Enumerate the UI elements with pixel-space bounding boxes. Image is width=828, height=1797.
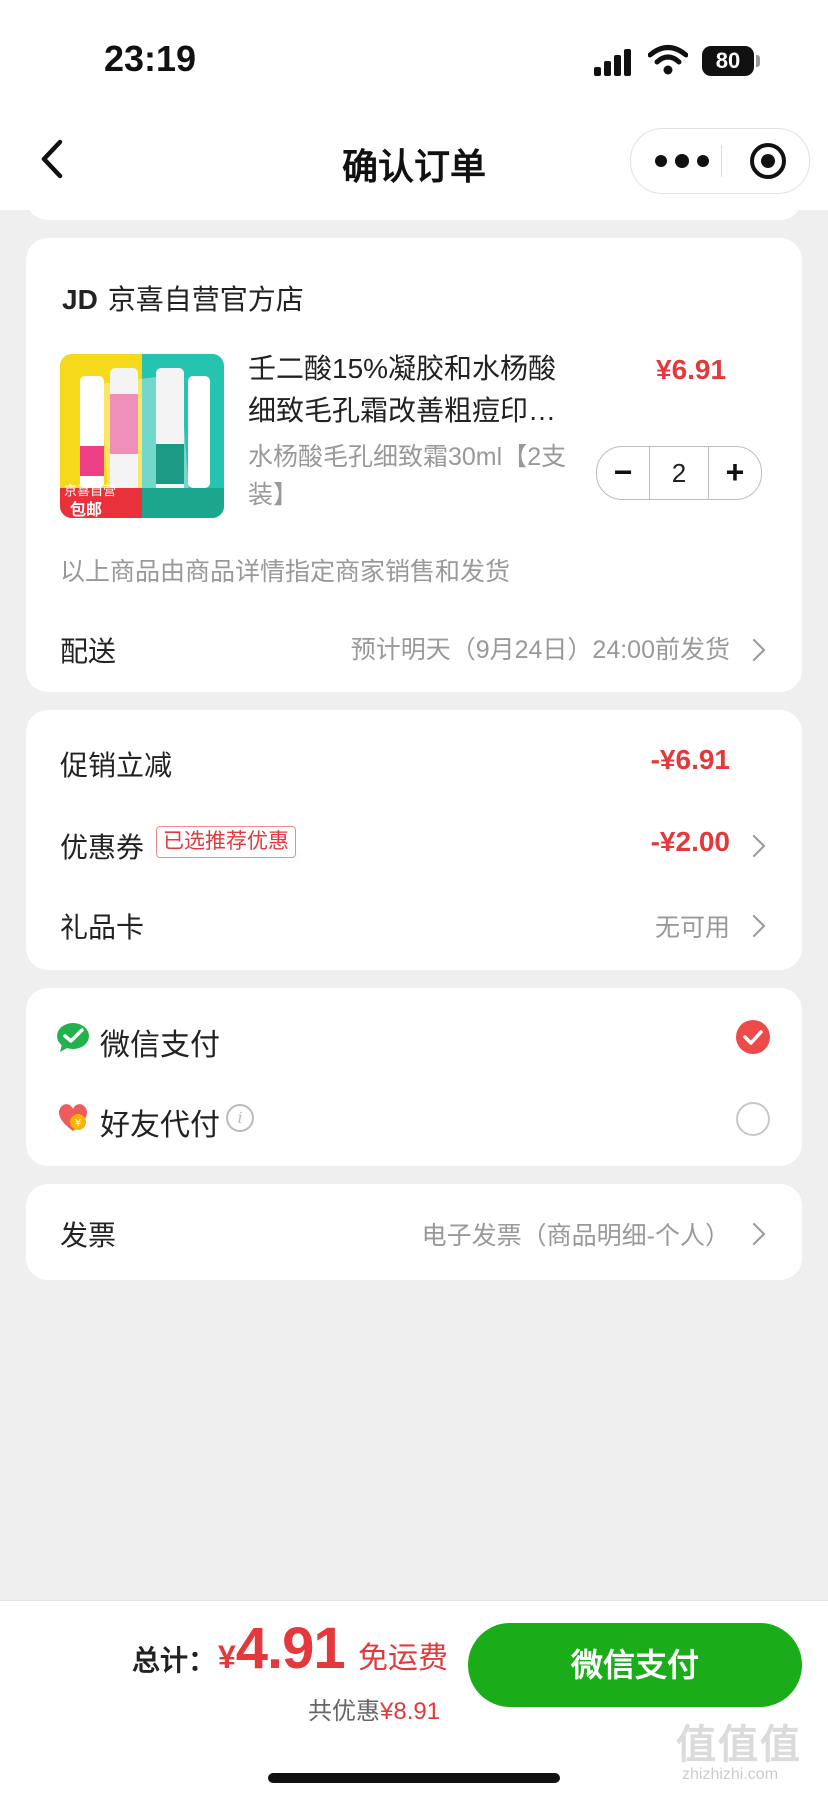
total-value: 4.91 (235, 1616, 346, 1681)
invoice-label: 发票 (60, 1220, 117, 1251)
currency-symbol: ¥ (218, 1639, 236, 1675)
check-icon (743, 1030, 763, 1045)
status-bar: 23:19 80 (0, 0, 828, 110)
invoice-value: 电子发票（商品明细-个人） (421, 1222, 730, 1250)
status-time: 23:19 (104, 38, 197, 79)
chevron-right-icon (742, 1222, 766, 1246)
giftcard-value: 无可用 (654, 914, 730, 942)
quantity-value[interactable]: 2 (649, 447, 709, 499)
info-icon[interactable]: i (226, 1104, 254, 1132)
battery-tip (756, 55, 760, 67)
product-image[interactable]: 京喜自营 包邮 (60, 354, 224, 518)
miniprogram-capsule (630, 128, 810, 194)
total-discount-amount: ¥8.91 (380, 1698, 441, 1725)
payment-card: 微信支付 ¥ 好友代付 i (26, 988, 802, 1166)
invoice-card[interactable]: 发票 电子发票（商品明细-个人） (26, 1184, 802, 1280)
product-title[interactable]: 壬二酸15%凝胶和水杨酸 细致毛孔霜改善粗痘印… (248, 348, 578, 432)
watermark-url: zhizhizhi.com (682, 1766, 779, 1783)
product-price: ¥6.91 (656, 354, 727, 385)
friend-pay-radio[interactable] (736, 1102, 770, 1136)
discount-card: 促销立减 -¥6.91 优惠券 已选推荐优惠 -¥2.00 礼品卡 无可用 (26, 710, 802, 970)
product-badge-bottom: 包邮 (70, 502, 103, 518)
product-title-line-1: 壬二酸15%凝胶和水杨酸 (248, 353, 557, 384)
seller-note: 以上商品由商品详情指定商家销售和发货 (60, 558, 511, 586)
battery-icon: 80 (702, 46, 754, 76)
quantity-stepper: − 2 + (596, 446, 762, 500)
coupon-label: 优惠券 (60, 832, 145, 863)
promo-label: 促销立减 (60, 750, 173, 781)
jd-logo: JD (62, 284, 98, 315)
delivery-value: 预计明天（9月24日）24:00前发货 (350, 636, 730, 664)
product-spec-line-1: 水杨酸毛孔细致霜30ml【2支 (248, 443, 567, 471)
promo-value: -¥6.91 (650, 744, 730, 775)
svg-text:¥: ¥ (75, 1118, 81, 1129)
free-shipping-label: 免运费 (358, 1642, 448, 1675)
wechat-pay-label: 微信支付 (100, 1029, 220, 1062)
shop-name[interactable]: JD 京喜自营官方店 (62, 278, 304, 318)
decrease-quantity-button[interactable]: − (597, 447, 649, 499)
product-spec-line-2: 装】 (248, 481, 299, 509)
home-indicator (268, 1773, 560, 1783)
close-miniprogram-icon[interactable] (749, 142, 787, 180)
total-discount-prefix: 共优惠 (308, 1698, 380, 1725)
total-discount: 共优惠¥8.91 (308, 1691, 440, 1726)
wechat-pay-radio-checked[interactable] (736, 1020, 770, 1054)
delivery-label: 配送 (60, 636, 117, 667)
friend-pay-label: 好友代付 (100, 1109, 220, 1142)
more-icon[interactable] (655, 145, 727, 177)
watermark-logo: 值值值 (676, 1723, 802, 1767)
nav-bar: 确认订单 (0, 110, 828, 210)
product-title-line-2: 细致毛孔霜改善粗痘印… (248, 395, 557, 426)
product-spec: 水杨酸毛孔细致霜30ml【2支 装】 (248, 438, 578, 514)
total-amount: ¥4.91 (218, 1615, 346, 1682)
capsule-divider (721, 145, 722, 177)
increase-quantity-button[interactable]: + (709, 447, 761, 499)
chevron-right-icon (742, 638, 766, 662)
chevron-right-icon (742, 914, 766, 938)
wifi-icon (648, 45, 688, 75)
signal-icon (594, 48, 634, 76)
friend-pay-heart-icon: ¥ (58, 1104, 88, 1131)
address-card-bottom (26, 196, 802, 220)
wechat-pay-icon (57, 1023, 89, 1052)
shop-card: JD 京喜自营官方店 京喜自营 包邮 壬二酸15%凝胶和水杨酸 细致毛孔霜改善粗痘… (26, 238, 802, 692)
coupon-tag: 已选推荐优惠 (156, 826, 296, 858)
shop-name-label: 京喜自营官方店 (107, 284, 304, 315)
giftcard-label: 礼品卡 (60, 912, 145, 943)
total-label: 总计： (132, 1645, 217, 1676)
coupon-value: -¥2.00 (650, 826, 730, 857)
wechat-pay-button[interactable]: 微信支付 (468, 1623, 802, 1707)
chevron-right-icon (742, 834, 766, 858)
